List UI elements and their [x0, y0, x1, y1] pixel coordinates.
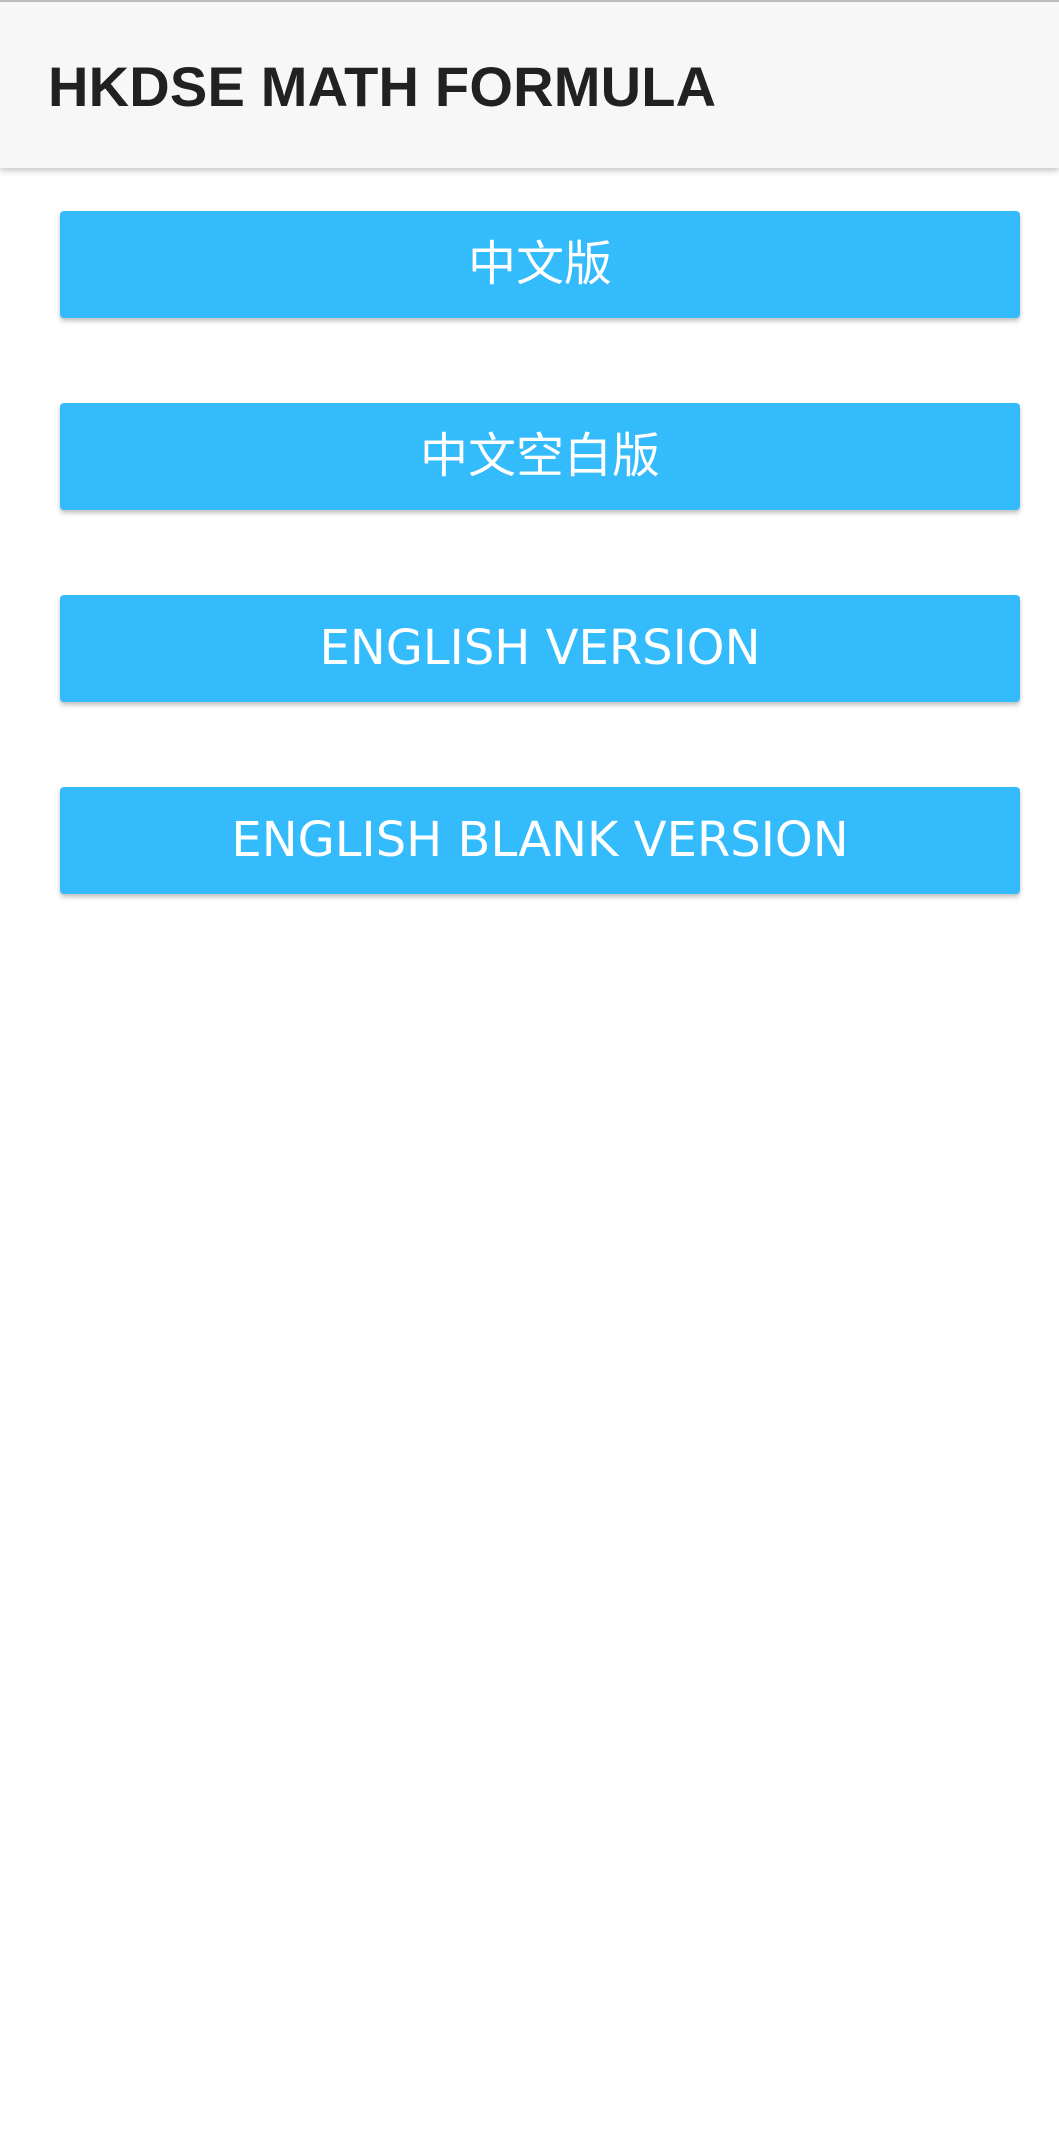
main-content: 中文版 中文空白版 ENGLISH VERSION ENGLISH BLANK …	[0, 168, 1059, 2149]
app-title: HKDSE MATH FORMULA	[48, 55, 717, 118]
english-version-button[interactable]: ENGLISH VERSION	[60, 595, 1020, 702]
app-bar: HKDSE MATH FORMULA	[0, 0, 1059, 168]
chinese-blank-version-button[interactable]: 中文空白版	[60, 403, 1020, 510]
chinese-version-button[interactable]: 中文版	[60, 211, 1020, 318]
english-blank-version-button[interactable]: ENGLISH BLANK VERSION	[60, 787, 1020, 894]
